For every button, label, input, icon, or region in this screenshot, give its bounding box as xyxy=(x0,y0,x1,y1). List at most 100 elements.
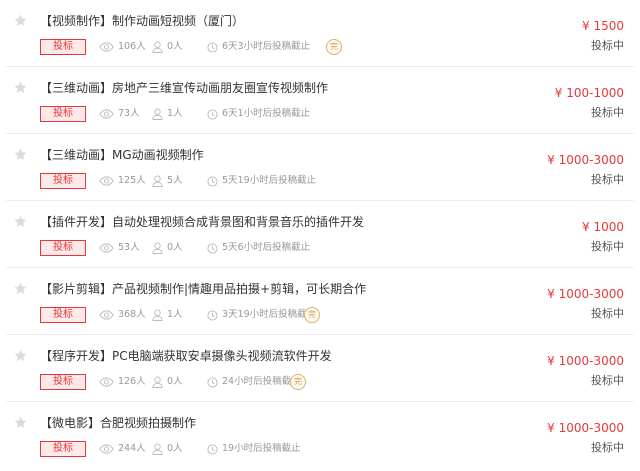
clock-icon xyxy=(207,309,218,321)
favorite-star-icon[interactable] xyxy=(13,147,28,162)
task-meta: 投标 125人 5人 5天19小时后投稿截止 xyxy=(40,173,370,189)
list-item[interactable]: 【影片剪辑】产品视频制作|情趣用品拍摄+剪辑，可长期合作 投标 368人 1人 … xyxy=(0,268,640,335)
task-price: ¥ 1000-3000 xyxy=(547,153,624,167)
deadline-stat: 6天1小时后投稿截止 xyxy=(207,106,310,122)
list-item[interactable]: 【视频制作】制作动画短视频（厦门） 投标 106人 0人 6天3小时后投稿截止 … xyxy=(0,0,640,67)
task-title[interactable]: 【插件开发】自动处理视频合成背景图和背景音乐的插件开发 xyxy=(40,213,364,231)
task-title[interactable]: 【微电影】合肥视频拍摄制作 xyxy=(40,414,196,432)
list-item[interactable]: 【微电影】合肥视频拍摄制作 投标 244人 0人 19小时后投稿截止 ¥ 100… xyxy=(0,402,640,469)
eye-icon xyxy=(99,310,114,320)
favorite-star-icon[interactable] xyxy=(13,348,28,363)
task-meta: 投标 73人 1人 6天1小时后投稿截止 xyxy=(40,106,370,122)
views-count: 125人 xyxy=(118,175,146,186)
clock-icon xyxy=(207,376,218,388)
bid-badge[interactable]: 投标 xyxy=(40,106,86,122)
task-price: ¥ 1000-3000 xyxy=(547,421,624,435)
deadline-text: 24小时后投稿截止 xyxy=(222,376,301,387)
deadline-text: 6天1小时后投稿截止 xyxy=(222,108,311,119)
completed-icon: 完 xyxy=(290,374,306,390)
deadline-stat: 5天6小时后投稿截止 xyxy=(207,240,310,256)
favorite-star-icon[interactable] xyxy=(13,281,28,296)
task-status: 投标中 xyxy=(591,374,624,387)
list-item[interactable]: 【插件开发】自动处理视频合成背景图和背景音乐的插件开发 投标 53人 0人 5天… xyxy=(0,201,640,268)
bidders-stat: 0人 xyxy=(152,39,183,55)
bidders-stat: 1人 xyxy=(152,106,183,122)
favorite-star-icon[interactable] xyxy=(13,13,28,28)
deadline-text: 6天3小时后投稿截止 xyxy=(222,41,311,52)
bid-badge[interactable]: 投标 xyxy=(40,441,86,457)
bidders-stat: 1人 xyxy=(152,307,183,323)
views-stat: 126人 xyxy=(99,374,146,390)
deadline-stat: 19小时后投稿截止 xyxy=(207,441,301,457)
deadline-text: 3天19小时后投稿截止 xyxy=(222,309,317,320)
task-price: ¥ 1000-3000 xyxy=(547,287,624,301)
views-stat: 125人 xyxy=(99,173,146,189)
task-title[interactable]: 【影片剪辑】产品视频制作|情趣用品拍摄+剪辑，可长期合作 xyxy=(40,280,366,298)
deadline-stat: 5天19小时后投稿截止 xyxy=(207,173,316,189)
task-meta: 投标 126人 0人 24小时后投稿截止 完 xyxy=(40,374,370,390)
completed-icon: 完 xyxy=(326,39,342,55)
task-status: 投标中 xyxy=(591,240,624,253)
favorite-star-icon[interactable] xyxy=(13,80,28,95)
bidders-count: 1人 xyxy=(167,309,183,320)
task-title[interactable]: 【程序开发】PC电脑端获取安卓摄像头视频流软件开发 xyxy=(40,347,332,365)
task-price: ¥ 1500 xyxy=(582,19,624,33)
task-meta: 投标 244人 0人 19小时后投稿截止 xyxy=(40,441,370,457)
views-count: 126人 xyxy=(118,376,146,387)
clock-icon xyxy=(207,41,218,53)
favorite-star-icon[interactable] xyxy=(13,214,28,229)
bidders-count: 0人 xyxy=(167,443,183,454)
eye-icon xyxy=(99,42,114,52)
bidders-count: 1人 xyxy=(167,108,183,119)
person-icon xyxy=(152,108,163,120)
task-price: ¥ 100-1000 xyxy=(554,86,624,100)
views-stat: 53人 xyxy=(99,240,140,256)
deadline-stat: 24小时后投稿截止 xyxy=(207,374,301,390)
task-meta: 投标 106人 0人 6天3小时后投稿截止 完 xyxy=(40,39,370,55)
completed-icon: 完 xyxy=(304,307,320,323)
views-count: 244人 xyxy=(118,443,146,454)
person-icon xyxy=(152,309,163,321)
list-item[interactable]: 【三维动画】房地产三维宣传动画朋友圈宣传视频制作 投标 73人 1人 6天1小时… xyxy=(0,67,640,134)
person-icon xyxy=(152,41,163,53)
views-stat: 244人 xyxy=(99,441,146,457)
bidders-count: 0人 xyxy=(167,242,183,253)
clock-icon xyxy=(207,443,218,455)
task-status: 投标中 xyxy=(591,441,624,454)
views-stat: 368人 xyxy=(99,307,146,323)
task-meta: 投标 53人 0人 5天6小时后投稿截止 xyxy=(40,240,370,256)
list-item[interactable]: 【三维动画】MG动画视频制作 投标 125人 5人 5天19小时后投稿截止 ¥ … xyxy=(0,134,640,201)
bidders-count: 0人 xyxy=(167,376,183,387)
task-list: 【视频制作】制作动画短视频（厦门） 投标 106人 0人 6天3小时后投稿截止 … xyxy=(0,0,640,471)
eye-icon xyxy=(99,377,114,387)
bidders-count: 0人 xyxy=(167,41,183,52)
bidders-stat: 0人 xyxy=(152,374,183,390)
eye-icon xyxy=(99,176,114,186)
views-count: 106人 xyxy=(118,41,146,52)
task-price: ¥ 1000 xyxy=(582,220,624,234)
task-price: ¥ 1000-3000 xyxy=(547,354,624,368)
bid-badge[interactable]: 投标 xyxy=(40,39,86,55)
person-icon xyxy=(152,242,163,254)
eye-icon xyxy=(99,243,114,253)
task-title[interactable]: 【三维动画】MG动画视频制作 xyxy=(40,146,204,164)
list-item[interactable]: 【程序开发】PC电脑端获取安卓摄像头视频流软件开发 投标 126人 0人 24小… xyxy=(0,335,640,402)
clock-icon xyxy=(207,108,218,120)
eye-icon xyxy=(99,444,114,454)
favorite-star-icon[interactable] xyxy=(13,415,28,430)
views-count: 368人 xyxy=(118,309,146,320)
views-count: 53人 xyxy=(118,242,140,253)
bid-badge[interactable]: 投标 xyxy=(40,173,86,189)
views-count: 73人 xyxy=(118,108,140,119)
task-status: 投标中 xyxy=(591,39,624,52)
bid-badge[interactable]: 投标 xyxy=(40,374,86,390)
bidders-count: 5人 xyxy=(167,175,183,186)
task-status: 投标中 xyxy=(591,106,624,119)
person-icon xyxy=(152,175,163,187)
bid-badge[interactable]: 投标 xyxy=(40,307,86,323)
bid-badge[interactable]: 投标 xyxy=(40,240,86,256)
task-title[interactable]: 【视频制作】制作动画短视频（厦门） xyxy=(40,12,244,30)
task-title[interactable]: 【三维动画】房地产三维宣传动画朋友圈宣传视频制作 xyxy=(40,79,328,97)
task-status: 投标中 xyxy=(591,173,624,186)
eye-icon xyxy=(99,109,114,119)
